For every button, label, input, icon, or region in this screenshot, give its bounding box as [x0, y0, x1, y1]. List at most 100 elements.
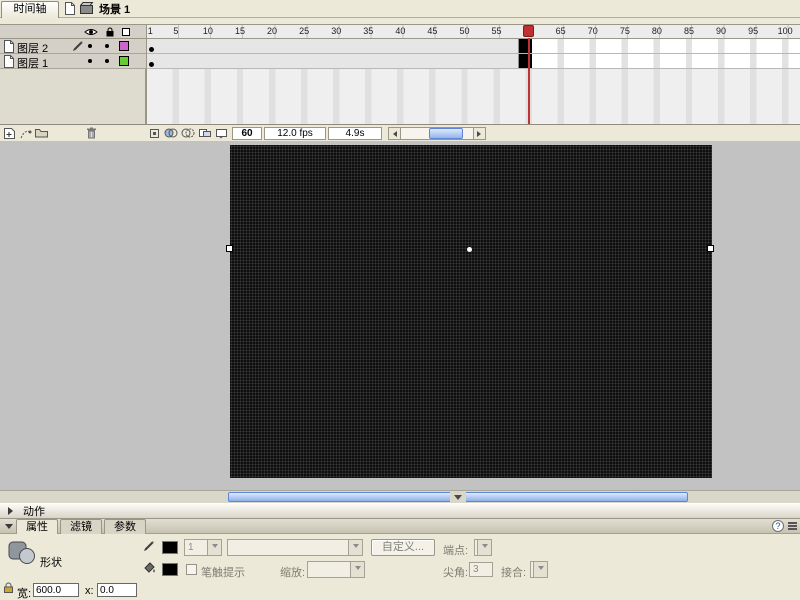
onion-skin-outlines-icon[interactable] [181, 127, 195, 139]
selected-keyframe-block [519, 54, 532, 68]
timeline-panel-tab[interactable]: 时间轴 [1, 1, 59, 18]
selection-handle-right[interactable] [707, 245, 714, 252]
frame-ruler[interactable]: 1510152025303540455055606570758085909510… [147, 24, 800, 39]
layer-page-icon [3, 55, 14, 68]
insert-layer-icon[interactable] [3, 127, 16, 140]
layer-outline-color-chip[interactable] [119, 41, 129, 51]
add-motion-guide-icon[interactable] [19, 127, 32, 140]
fill-color-swatch[interactable] [162, 563, 178, 576]
chevron-down-icon[interactable] [350, 562, 364, 577]
layer-frames-lane[interactable] [147, 54, 800, 69]
layer-visibility-dot[interactable] [88, 44, 92, 48]
flash-application-window: 时间轴 场景 1 图层 2 图层 1 1 5 10 15 20 25 30 35… [0, 0, 800, 600]
delete-layer-icon[interactable] [86, 127, 97, 139]
width-label: 宽: [17, 588, 32, 600]
properties-tabs: 属性 滤镜 参数 [16, 519, 148, 534]
expand-right-arrow-icon [8, 507, 17, 515]
constrain-lock-icon[interactable] [3, 582, 14, 594]
timeline-scrollbar-thumb[interactable] [429, 128, 463, 139]
frame-rate-indicator[interactable]: 12.0 fps [264, 127, 326, 140]
x-input[interactable] [97, 583, 137, 597]
center-frame-icon[interactable] [148, 127, 161, 140]
chevron-down-icon[interactable] [533, 562, 547, 577]
layer-frames-lane[interactable] [147, 39, 800, 54]
collapse-panel-arrow-icon[interactable] [5, 524, 13, 533]
elapsed-time-indicator: 4.9s [328, 127, 382, 140]
panel-collapse-control[interactable] [450, 491, 466, 503]
ruler-frame-label: 90 [716, 26, 727, 36]
tab-parameters[interactable]: 参数 [104, 519, 146, 534]
timeline-panel: 图层 2图层 1 1510152025303540455055606570758… [0, 18, 800, 141]
document-icon [64, 2, 75, 15]
playhead-marker[interactable] [522, 25, 534, 37]
stroke-height-combo[interactable]: 1 [184, 539, 222, 556]
shape-preview-icon [8, 539, 36, 565]
frame-span [147, 54, 519, 68]
layer-outline-color-chip[interactable] [119, 56, 129, 66]
help-icon[interactable]: ? [772, 520, 784, 532]
edit-multiple-frames-icon[interactable] [198, 127, 212, 139]
ruler-frame-label: 40 [395, 26, 406, 36]
cap-combo[interactable] [474, 539, 492, 556]
properties-panel: 属性 滤镜 参数 ? 形状 1 自定义... 端点: 笔触提示 缩放: 尖角: … [0, 519, 800, 600]
join-combo[interactable] [530, 561, 548, 578]
actions-panel-header[interactable]: 动作 [0, 503, 800, 519]
stroke-color-swatch[interactable] [162, 541, 178, 554]
insert-layer-folder-icon[interactable] [35, 127, 48, 138]
scroll-right-arrow-icon[interactable] [473, 128, 485, 139]
actions-panel-label: 动作 [23, 506, 45, 518]
ruler-frame-label: 100 [777, 26, 793, 36]
stroke-style-combo[interactable] [227, 539, 363, 556]
chevron-down-icon[interactable] [477, 540, 491, 555]
tab-filters[interactable]: 滤镜 [60, 519, 102, 534]
timeline-status-bar: 60 12.0 fps 4.9s [0, 124, 800, 141]
playhead-line [527, 38, 530, 124]
cap-label: 端点: [443, 545, 469, 557]
panel-menu-icon[interactable] [788, 522, 797, 530]
layer-lock-dot[interactable] [105, 59, 109, 63]
timeline-panel-tab-label: 时间轴 [13, 3, 47, 15]
stage-canvas[interactable] [230, 145, 712, 478]
scene-icon [80, 2, 94, 15]
chevron-down-icon[interactable] [348, 540, 362, 555]
modify-onion-markers-icon[interactable] [215, 127, 228, 139]
ruler-frame-label: 95 [748, 26, 759, 36]
scale-combo[interactable] [307, 561, 365, 578]
frame-rows [147, 39, 800, 69]
ruler-frame-label: 70 [587, 26, 598, 36]
layer-row[interactable]: 图层 2 [0, 39, 146, 55]
ruler-frame-label: 10 [202, 26, 213, 36]
width-input[interactable] [33, 583, 79, 597]
stroke-pencil-icon [143, 540, 155, 552]
stroke-height-value: 1 [188, 542, 194, 553]
miter-value-field[interactable]: 3 [469, 562, 493, 577]
ruler-frame-label: 30 [331, 26, 342, 36]
onion-skin-icon[interactable] [164, 127, 178, 139]
tab-properties[interactable]: 属性 [16, 519, 58, 534]
keyframe-dot [149, 62, 154, 67]
outline-layers-icon[interactable] [121, 27, 131, 37]
chevron-down-icon[interactable] [207, 540, 221, 555]
timeline-scrollbar[interactable] [388, 127, 486, 140]
lock-layers-icon[interactable] [105, 27, 115, 38]
join-label: 接合: [501, 567, 527, 579]
scroll-left-arrow-icon[interactable] [389, 128, 401, 139]
horizontal-scrollbar[interactable] [0, 490, 800, 503]
current-frame-indicator: 60 [232, 127, 262, 140]
layer-visibility-dot[interactable] [88, 59, 92, 63]
layer-row[interactable]: 图层 1 [0, 54, 146, 70]
properties-tab-bar: 属性 滤镜 参数 ? [0, 519, 800, 534]
stroke-hinting-checkbox[interactable] [186, 564, 197, 575]
ruler-frame-label: 55 [491, 26, 502, 36]
edit-bar: 场景 1 [80, 0, 130, 17]
ruler-frame-label: 20 [267, 26, 278, 36]
custom-stroke-button[interactable]: 自定义... [371, 539, 435, 556]
layer-lock-dot[interactable] [105, 44, 109, 48]
frames-empty-area [147, 69, 800, 124]
selection-center-point [467, 247, 472, 252]
ruler-frame-label: 25 [299, 26, 310, 36]
stage-pasteboard[interactable] [0, 141, 800, 490]
scene-breadcrumb-label[interactable]: 场景 1 [99, 1, 130, 17]
show-hide-layers-icon[interactable] [84, 27, 98, 37]
selection-handle-left[interactable] [226, 245, 233, 252]
